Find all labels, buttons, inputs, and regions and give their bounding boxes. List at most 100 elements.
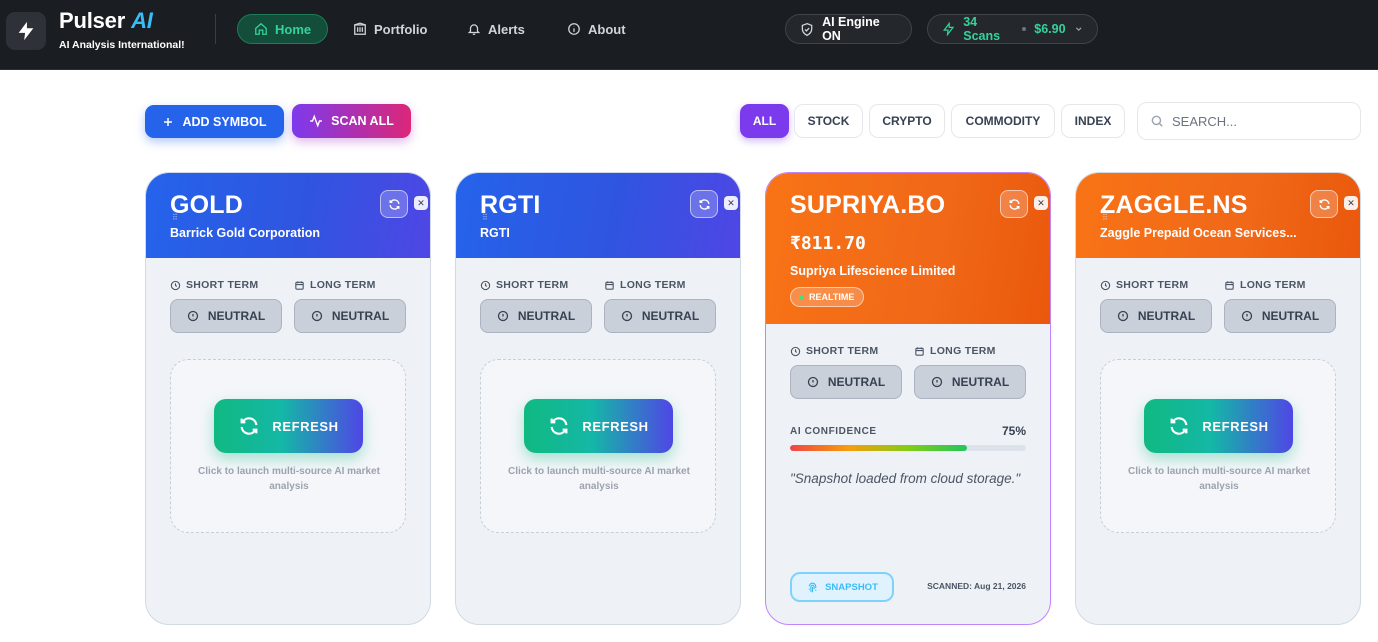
analysis-dropzone: REFRESH Click to launch multi-source AI … — [170, 359, 406, 533]
short-term-label: SHORT TERM — [480, 279, 568, 291]
scan-all-label: SCAN ALL — [331, 114, 394, 128]
refresh-icon — [1319, 198, 1329, 210]
add-symbol-label: ADD SYMBOL — [182, 114, 267, 129]
nav-portfolio[interactable]: Portfolio — [337, 14, 443, 44]
refresh-analysis-button[interactable]: REFRESH — [524, 399, 673, 453]
info-circle-icon — [807, 376, 818, 388]
card-symbol: ZAGGLE.NS — [1100, 191, 1248, 219]
drag-handle-icon[interactable]: ⠿ — [172, 213, 178, 222]
logo[interactable] — [6, 12, 46, 50]
filter-commodity[interactable]: COMMODITY — [951, 104, 1055, 138]
bolt-icon — [18, 21, 34, 41]
drag-handle-icon[interactable]: ⠿ — [482, 213, 488, 222]
snapshot-button[interactable]: SNAPSHOT — [790, 572, 894, 602]
card-company: Supriya Lifescience Limited — [790, 264, 956, 278]
refresh-label: REFRESH — [1202, 418, 1269, 434]
close-icon[interactable]: ✕ — [1344, 196, 1358, 210]
shield-check-icon — [801, 22, 813, 36]
card-header: SUPRIYA.BO ₹811.70 Supriya Lifescience L… — [766, 173, 1050, 324]
confidence-bar-fill — [790, 445, 967, 451]
short-term-label: SHORT TERM — [790, 345, 878, 357]
refresh-hint: Click to launch multi-source AI market a… — [508, 466, 690, 492]
scans-balance-dropdown[interactable]: 34 Scans $6.90 — [927, 14, 1098, 44]
nav-alerts-label: Alerts — [488, 21, 525, 37]
card-refresh-button[interactable] — [1000, 190, 1028, 218]
brand-accent: AI — [131, 8, 153, 33]
long-term-signal: NEUTRAL — [604, 299, 716, 333]
add-symbol-button[interactable]: ADD SYMBOL — [145, 105, 284, 138]
refresh-label: REFRESH — [582, 418, 649, 434]
filter-stock[interactable]: STOCK — [794, 104, 863, 138]
info-circle-icon — [931, 376, 942, 388]
card-refresh-button[interactable] — [690, 190, 718, 218]
refresh-icon — [240, 417, 258, 435]
home-icon — [255, 22, 267, 35]
refresh-hint: Click to launch multi-source AI market a… — [1128, 466, 1310, 492]
chevron-down-icon — [1075, 27, 1082, 32]
short-term-signal: NEUTRAL — [1100, 299, 1212, 333]
realtime-badge: REALTIME — [790, 287, 865, 307]
card-refresh-button[interactable] — [1310, 190, 1338, 218]
symbol-card-supriya[interactable]: SUPRIYA.BO ₹811.70 Supriya Lifescience L… — [765, 172, 1051, 625]
calendar-icon — [295, 280, 304, 290]
close-icon[interactable]: ✕ — [724, 196, 738, 210]
refresh-icon — [550, 417, 568, 435]
long-term-label: LONG TERM — [294, 279, 376, 291]
close-icon[interactable]: ✕ — [1034, 196, 1048, 210]
nav-about-label: About — [588, 21, 626, 37]
card-company: Barrick Gold Corporation — [170, 226, 321, 240]
filter-index[interactable]: INDEX — [1061, 104, 1125, 138]
info-circle-icon — [497, 310, 508, 322]
filter-crypto[interactable]: CRYPTO — [869, 104, 945, 138]
info-circle-icon — [621, 310, 632, 322]
refresh-analysis-button[interactable]: REFRESH — [1144, 399, 1293, 453]
card-header: ZAGGLE.NS ⠿ Zaggle Prepaid Ocean Service… — [1076, 173, 1360, 258]
info-circle-icon — [187, 310, 198, 322]
refresh-label: REFRESH — [272, 418, 339, 434]
card-symbol: SUPRIYA.BO — [790, 191, 946, 219]
clock-icon — [480, 280, 491, 290]
search-icon — [1151, 115, 1163, 127]
card-refresh-button[interactable] — [380, 190, 408, 218]
analysis-quote: "Snapshot loaded from cloud storage." — [790, 471, 1021, 486]
short-term-signal: NEUTRAL — [170, 299, 282, 333]
balance-value: $6.90 — [1034, 22, 1066, 36]
calendar-icon — [1225, 280, 1234, 290]
long-term-signal: NEUTRAL — [294, 299, 406, 333]
long-term-signal: NEUTRAL — [1224, 299, 1336, 333]
scan-all-button[interactable]: SCAN ALL — [292, 104, 411, 138]
bell-icon — [467, 24, 481, 35]
long-term-label: LONG TERM — [604, 279, 686, 291]
close-icon[interactable]: ✕ — [414, 196, 428, 210]
nav-alerts[interactable]: Alerts — [451, 14, 541, 44]
nav-home[interactable]: Home — [237, 14, 329, 44]
card-header: GOLD ⠿ Barrick Gold Corporation ✕ — [146, 173, 430, 258]
scans-count: 34 Scans — [963, 15, 1001, 43]
confidence-bar — [790, 445, 1026, 451]
symbol-card-gold[interactable]: GOLD ⠿ Barrick Gold Corporation ✕ SHORT … — [145, 172, 431, 625]
calendar-icon — [915, 346, 924, 356]
symbol-card-zaggle[interactable]: ZAGGLE.NS ⠿ Zaggle Prepaid Ocean Service… — [1075, 172, 1361, 625]
clock-icon — [1100, 280, 1111, 290]
clock-icon — [790, 346, 801, 356]
symbol-card-rgti[interactable]: RGTI ⠿ RGTI ✕ SHORT TERM LONG TERM NEUTR… — [455, 172, 741, 625]
clock-icon — [170, 280, 181, 290]
card-header: RGTI ⠿ RGTI ✕ — [456, 173, 740, 258]
info-circle-icon — [1241, 310, 1252, 322]
scanned-timestamp: SCANNED: Aug 21, 2026 — [927, 581, 1026, 591]
short-term-label: SHORT TERM — [1100, 279, 1188, 291]
refresh-analysis-button[interactable]: REFRESH — [214, 399, 363, 453]
search-box[interactable] — [1137, 102, 1361, 140]
search-input[interactable] — [1172, 113, 1342, 129]
calendar-icon — [605, 280, 614, 290]
drag-handle-icon[interactable]: ⠿ — [1102, 213, 1108, 222]
nav-about[interactable]: About — [551, 14, 642, 44]
brand-tagline: AI Analysis International! — [59, 39, 185, 51]
brand-name: Pulser AI — [59, 8, 153, 33]
info-circle-icon — [1117, 310, 1128, 322]
filter-all[interactable]: ALL — [740, 104, 789, 138]
nav-portfolio-label: Portfolio — [374, 21, 428, 37]
card-company: Zaggle Prepaid Ocean Services... — [1100, 226, 1297, 240]
ai-engine-status[interactable]: AI Engine ON — [785, 14, 912, 44]
fingerprint-icon — [808, 582, 817, 592]
